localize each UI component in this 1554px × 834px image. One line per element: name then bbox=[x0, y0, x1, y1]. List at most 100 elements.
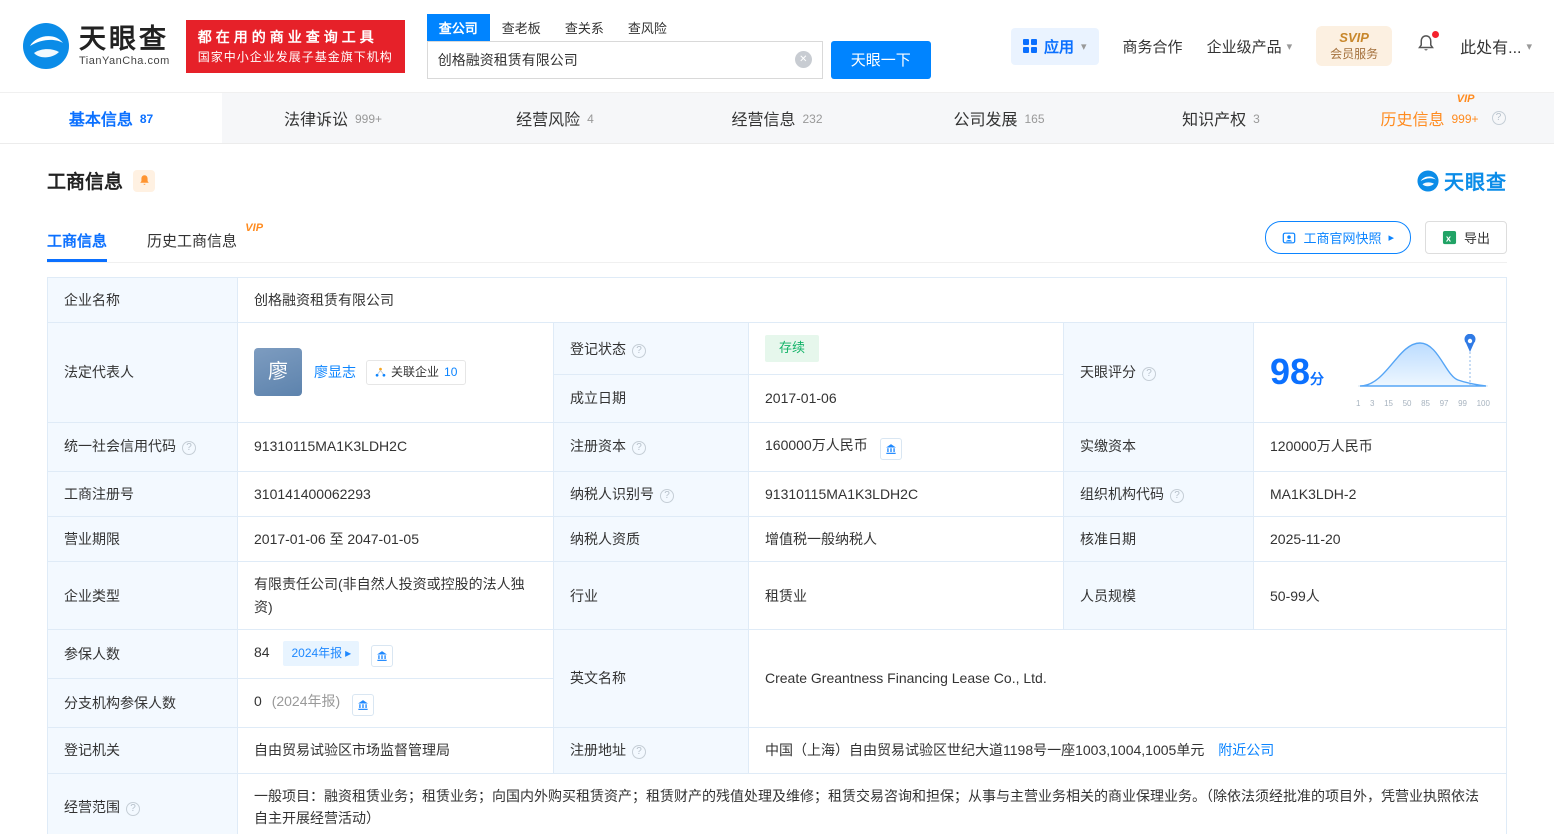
top-header: 天眼查 TianYanCha.com 都在用的商业查询工具 国家中小企业发展子基… bbox=[0, 0, 1554, 92]
help-icon[interactable]: ? bbox=[126, 801, 140, 816]
field-label-english-name: 英文名称 bbox=[553, 629, 749, 729]
snapshot-label: 工商官网快照 bbox=[1303, 231, 1382, 246]
field-value-score: 98分 1 3 15 50 85 97 99 100 bbox=[1253, 322, 1507, 423]
business-cooperation-label: 商务合作 bbox=[1122, 38, 1183, 56]
nearby-companies-link[interactable]: 附近公司 bbox=[1218, 742, 1274, 758]
vip-badge: VIP bbox=[245, 222, 264, 234]
table-row: 登记机关 自由贸易试验区市场监督管理局 注册地址? 中国（上海）自由贸易试验区世… bbox=[47, 727, 1507, 774]
help-icon[interactable]: ? bbox=[632, 343, 646, 358]
menu-business-cooperation[interactable]: 商务合作 bbox=[1123, 36, 1183, 57]
tab-count: 999+ bbox=[354, 112, 383, 126]
monitor-bell-icon[interactable] bbox=[133, 169, 156, 192]
tab-basic-info[interactable]: 基本信息 87 bbox=[0, 93, 222, 143]
tab-operation-risk[interactable]: 经营风险 4 bbox=[444, 93, 666, 143]
avatar[interactable]: 廖 bbox=[254, 348, 302, 397]
id-card-icon bbox=[1283, 232, 1296, 243]
subtab-business-registration[interactable]: 工商信息 bbox=[47, 230, 108, 262]
score-value: 98分 bbox=[1270, 351, 1325, 393]
insured-history-icon[interactable] bbox=[371, 645, 394, 668]
tab-label: 经营风险 bbox=[516, 112, 581, 129]
search-tab-boss[interactable]: 查老板 bbox=[490, 14, 553, 41]
tab-label: 法律诉讼 bbox=[283, 112, 348, 129]
tab-label: 基本信息 bbox=[68, 112, 133, 129]
field-value-approval-date: 2025-11-20 bbox=[1253, 515, 1507, 563]
promo-badge: 都在用的商业查询工具 国家中小企业发展子基金旗下机构 bbox=[185, 19, 405, 73]
field-label-score: 天眼评分? bbox=[1063, 322, 1254, 423]
related-label: 关联企业 bbox=[391, 364, 440, 379]
vip-badge: VIP bbox=[1456, 93, 1475, 105]
tab-label: 经营信息 bbox=[731, 112, 796, 129]
table-row: 参保人数 84 2024年报 ▸ 英文名称 Create Greantness … bbox=[47, 629, 1507, 729]
tab-label: 公司发展 bbox=[953, 112, 1018, 129]
search-tab-company[interactable]: 查公司 bbox=[426, 13, 490, 41]
field-label-reg-number: 工商注册号 bbox=[47, 470, 238, 517]
help-icon[interactable]: ? bbox=[660, 488, 674, 503]
tab-history-info[interactable]: 历史信息 VIP 999+ ? bbox=[1332, 93, 1554, 143]
export-button[interactable]: x 导出 bbox=[1424, 221, 1507, 254]
tianyancha-logo-icon bbox=[23, 23, 69, 69]
field-label-org-code: 组织机构代码? bbox=[1063, 470, 1254, 517]
tab-company-development[interactable]: 公司发展 165 bbox=[888, 93, 1110, 143]
field-label-business-term: 营业期限 bbox=[47, 515, 238, 563]
clear-icon[interactable]: ✕ bbox=[794, 51, 812, 68]
tianyancha-logo[interactable]: 天眼查 TianYanCha.com bbox=[22, 22, 170, 70]
menu-enterprise-products[interactable]: 企业级产品 ▾ bbox=[1207, 36, 1293, 57]
branch-insured-history-icon[interactable] bbox=[352, 694, 375, 717]
tab-intellectual-property[interactable]: 知识产权 3 bbox=[1110, 93, 1332, 143]
chevron-down-icon: ▾ bbox=[1526, 40, 1532, 53]
apps-menu[interactable]: 应用 ▾ bbox=[1011, 27, 1099, 65]
table-row: 统一社会信用代码? 91310115MA1K3LDH2C 注册资本? 16000… bbox=[47, 421, 1507, 472]
table-row: 企业类型 有限责任公司(非自然人投资或控股的法人独资) 行业 租赁业 人员规模 … bbox=[47, 561, 1507, 631]
excel-icon: x bbox=[1442, 230, 1457, 245]
field-label-reg-status: 登记状态? bbox=[553, 322, 749, 376]
tab-business-info[interactable]: 经营信息 232 bbox=[666, 93, 888, 143]
field-value-branch-insured: 0 (2024年报) bbox=[237, 678, 554, 729]
help-icon[interactable]: ? bbox=[1142, 367, 1156, 382]
field-label-credit-code: 统一社会信用代码? bbox=[47, 421, 238, 472]
subtab-label: 历史工商信息 bbox=[147, 233, 238, 250]
help-icon[interactable]: ? bbox=[182, 441, 196, 456]
status-badge: 存续 bbox=[765, 335, 820, 363]
search-tab-risk[interactable]: 查风险 bbox=[616, 14, 679, 41]
field-label-company-type: 企业类型 bbox=[47, 561, 238, 631]
chevron-right-icon: ▸ bbox=[345, 646, 352, 661]
field-value-paid-capital: 120000万人民币 bbox=[1253, 421, 1507, 472]
search-button[interactable]: 天眼一下 bbox=[830, 40, 931, 79]
annual-report-badge[interactable]: 2024年报 ▸ bbox=[283, 641, 360, 667]
chevron-down-icon: ▾ bbox=[1081, 40, 1087, 53]
field-value-org-code: MA1K3LDH-2 bbox=[1253, 470, 1507, 517]
company-nav-tabs: 基本信息 87 法律诉讼 999+ 经营风险 4 经营信息 232 公司发展 1… bbox=[0, 92, 1554, 144]
tab-legal-lawsuits[interactable]: 法律诉讼 999+ bbox=[222, 93, 444, 143]
tianyancha-watermark-icon bbox=[1417, 169, 1439, 192]
promo-line2: 国家中小企业发展子基金旗下机构 bbox=[197, 49, 393, 64]
field-value-company-type: 有限责任公司(非自然人投资或控股的法人独资) bbox=[237, 561, 554, 631]
help-icon[interactable]: ? bbox=[1170, 488, 1184, 503]
related-companies-badge[interactable]: 关联企业 10 bbox=[366, 359, 467, 386]
notification-bell-icon[interactable] bbox=[1416, 31, 1440, 58]
search-area: 查公司 查老板 查关系 查风险 ✕ 天眼一下 bbox=[426, 13, 931, 79]
help-icon[interactable]: ? bbox=[632, 441, 646, 456]
official-snapshot-button[interactable]: 工商官网快照 ▸ bbox=[1265, 221, 1411, 254]
brand-watermark: 天眼查 bbox=[1417, 166, 1507, 195]
user-menu[interactable]: 此处有... ▾ bbox=[1460, 34, 1532, 58]
subtab-label: 工商信息 bbox=[47, 233, 108, 250]
field-value-staff-size: 50-99人 bbox=[1253, 561, 1507, 631]
main-content: 工商信息 天眼查 工商信息 历史工商信息 VIP 工商官网快照 ▸ x 导出 企… bbox=[0, 166, 1554, 834]
legal-rep-link[interactable]: 廖显志 bbox=[314, 364, 356, 380]
table-row: 营业期限 2017-01-06 至 2047-01-05 纳税人资质 增值税一般… bbox=[47, 515, 1507, 563]
field-value-company-name: 创格融资租赁有限公司 bbox=[237, 276, 1507, 324]
search-input[interactable] bbox=[437, 51, 795, 68]
field-label-reg-authority: 登记机关 bbox=[47, 727, 238, 774]
help-icon[interactable]: ? bbox=[1491, 111, 1506, 125]
table-row: 经营范围? 一般项目：融资租赁业务；租赁业务；向国内外购买租赁资产；租赁财产的残… bbox=[47, 772, 1507, 834]
svip-sublabel: 会员服务 bbox=[1330, 46, 1379, 61]
help-icon[interactable]: ? bbox=[632, 745, 646, 760]
capital-history-icon[interactable] bbox=[879, 437, 902, 460]
business-info-table: 企业名称 创格融资租赁有限公司 法定代表人 廖 廖显志 关联企业 10 登记状态… bbox=[47, 276, 1507, 834]
subtab-history-registration[interactable]: 历史工商信息 VIP bbox=[147, 222, 263, 262]
search-box[interactable]: ✕ bbox=[426, 40, 823, 79]
chevron-right-icon: ▸ bbox=[1388, 232, 1394, 244]
search-tab-relation[interactable]: 查关系 bbox=[553, 14, 616, 41]
svip-membership-button[interactable]: SVIP 会员服务 bbox=[1316, 26, 1393, 66]
field-label-staff-size: 人员规模 bbox=[1063, 561, 1254, 631]
